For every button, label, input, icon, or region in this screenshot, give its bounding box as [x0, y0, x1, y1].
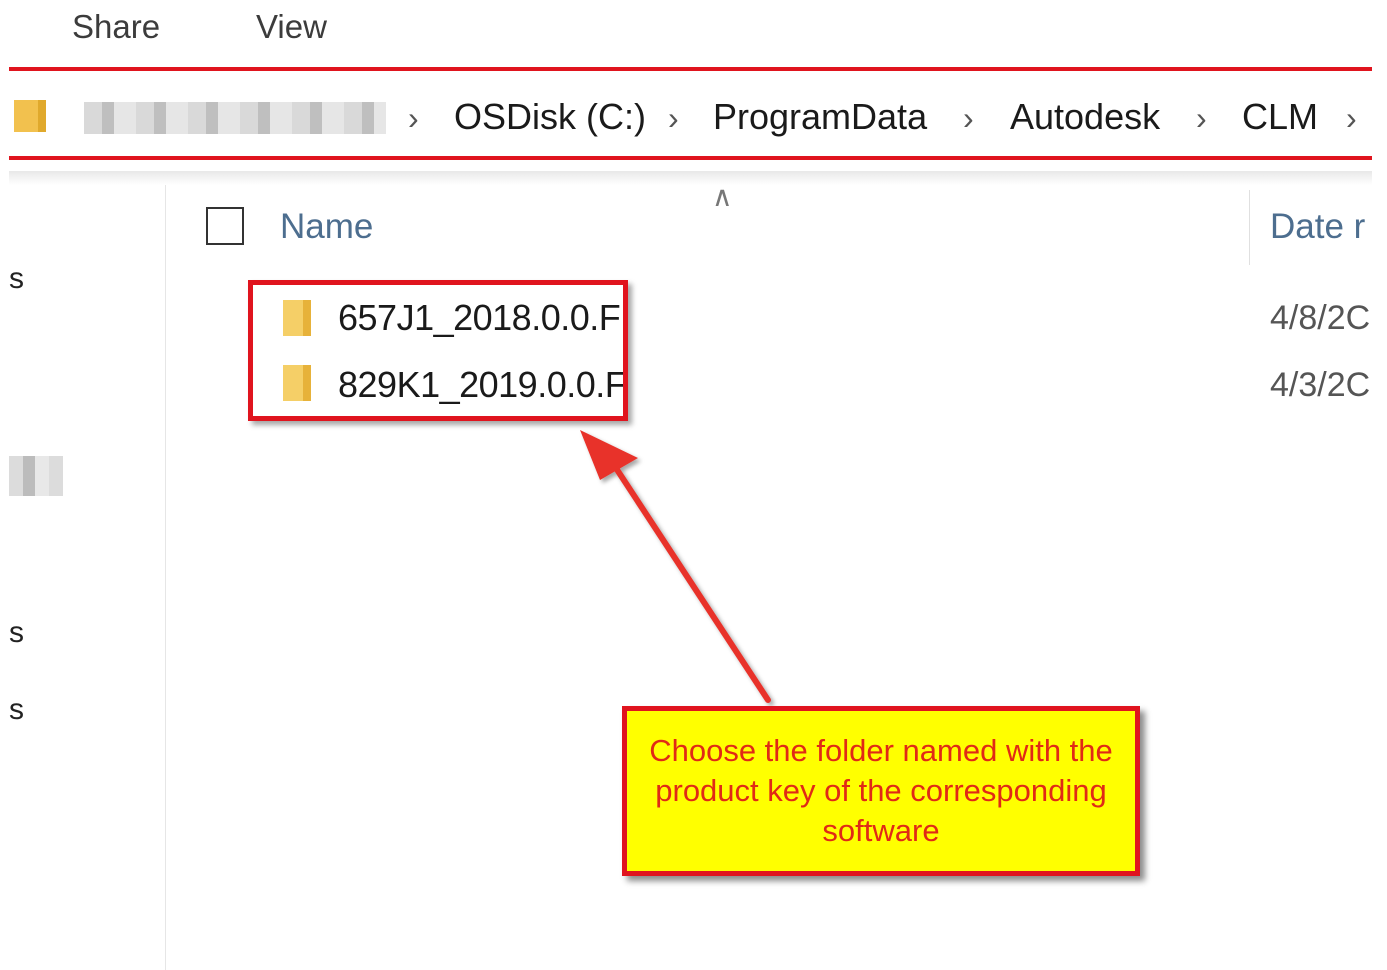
- callout-text: Choose the folder named with the product…: [649, 733, 1113, 848]
- callout-box: Choose the folder named with the product…: [622, 706, 1140, 876]
